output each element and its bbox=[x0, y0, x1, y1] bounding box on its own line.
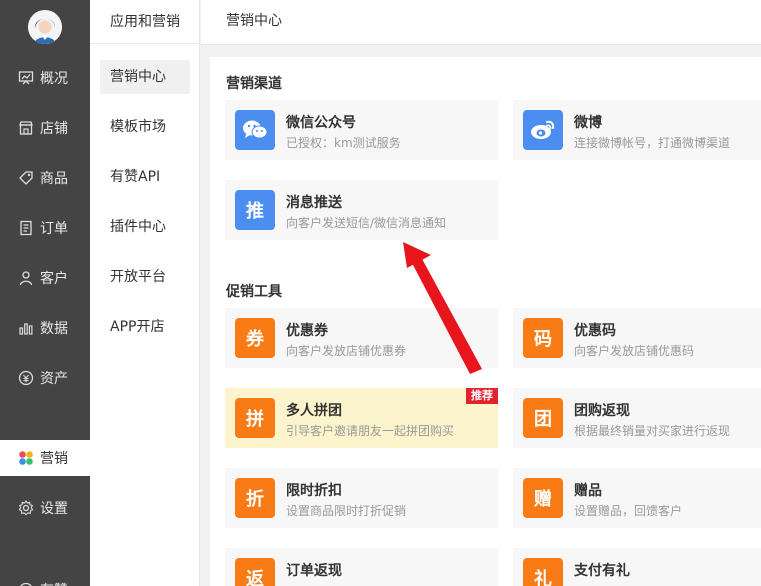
nav-item-label: 店铺 bbox=[40, 121, 68, 137]
tile-desc: 向客户发放店铺优惠码 bbox=[574, 344, 695, 358]
sub-nav: 应用和营销 营销中心 模板市场 有赞API 插件中心 开放平台 APP开店 bbox=[90, 0, 200, 586]
tile-title: 微博 bbox=[574, 115, 602, 131]
subnav-item-youzan-api[interactable]: 有赞API bbox=[100, 160, 190, 194]
nav-item-customers[interactable]: 客户 bbox=[0, 260, 90, 296]
coupon-code-icon: 码 bbox=[523, 318, 563, 358]
nav-item-goods[interactable]: 商品 bbox=[0, 160, 90, 196]
section-title-promo: 促销工具 bbox=[226, 284, 282, 300]
nav-item-youzan[interactable]: 有赞 bbox=[0, 572, 90, 586]
tile-desc: 向客户发送短信/微信消息通知 bbox=[286, 216, 447, 230]
wechat-icon bbox=[235, 110, 275, 150]
tile-title: 多人拼团 bbox=[286, 403, 342, 419]
tile-title: 微信公众号 bbox=[286, 115, 356, 131]
tile-gift[interactable]: 赠 赠品 设置赠品，回馈客户 bbox=[513, 468, 761, 528]
nav-item-label: 订单 bbox=[40, 221, 68, 237]
main-content: 营销渠道 微信公众号 已授权：km测试服务 微博 连接微博帐号，打通微博渠道 推… bbox=[210, 57, 761, 586]
tile-desc: 连接微博帐号，打通微博渠道 bbox=[574, 136, 731, 150]
group-cashback-icon: 团 bbox=[523, 398, 563, 438]
tile-title: 订单返现 bbox=[286, 563, 342, 579]
page-title: 营销中心 bbox=[201, 0, 761, 45]
tile-title: 赠品 bbox=[574, 483, 602, 499]
gift-icon: 赠 bbox=[523, 478, 563, 518]
nav-item-label: 数据 bbox=[40, 321, 68, 337]
weibo-icon bbox=[523, 110, 563, 150]
tile-title: 限时折扣 bbox=[286, 483, 342, 499]
nav-item-label: 客户 bbox=[40, 271, 68, 287]
nav-item-settings[interactable]: 设置 bbox=[0, 490, 90, 526]
tile-desc: 设置商品限时打折促销 bbox=[286, 504, 407, 518]
nav-item-label: 资产 bbox=[40, 371, 68, 387]
customer-icon bbox=[18, 270, 34, 286]
main-nav: 概况 店铺 商品 订单 客户 数据 资产 营销 设置 bbox=[0, 0, 90, 586]
pay-gift-icon: 礼 bbox=[523, 558, 563, 586]
group-buy-icon: 拼 bbox=[235, 398, 275, 438]
tile-title: 支付有礼 bbox=[574, 563, 630, 579]
nav-item-label: 营销 bbox=[40, 451, 68, 467]
subnav-item-template-market[interactable]: 模板市场 bbox=[100, 110, 190, 144]
tile-weibo[interactable]: 微博 连接微博帐号，打通微博渠道 bbox=[513, 100, 761, 160]
recommend-badge: 推荐 bbox=[466, 388, 498, 404]
tile-title: 优惠码 bbox=[574, 323, 616, 339]
coupon-icon: 券 bbox=[235, 318, 275, 358]
asset-icon bbox=[18, 370, 34, 386]
tile-pay-gift[interactable]: 礼 支付有礼 bbox=[513, 548, 761, 586]
subnav-item-plugin-center[interactable]: 插件中心 bbox=[100, 210, 190, 244]
youzan-icon bbox=[18, 582, 34, 586]
nav-item-label: 设置 bbox=[40, 501, 68, 517]
data-icon bbox=[18, 320, 34, 336]
nav-item-marketing[interactable]: 营销 bbox=[0, 440, 90, 476]
nav-item-orders[interactable]: 订单 bbox=[0, 210, 90, 246]
tile-desc: 已授权：km测试服务 bbox=[286, 136, 401, 150]
discount-icon: 折 bbox=[235, 478, 275, 518]
tile-title: 优惠券 bbox=[286, 323, 328, 339]
settings-icon bbox=[18, 500, 34, 516]
subnav-item-marketing-center[interactable]: 营销中心 bbox=[100, 60, 190, 94]
tile-wechat-official[interactable]: 微信公众号 已授权：km测试服务 bbox=[225, 100, 498, 160]
subnav-item-open-platform[interactable]: 开放平台 bbox=[100, 260, 190, 294]
tile-coupon-code[interactable]: 码 优惠码 向客户发放店铺优惠码 bbox=[513, 308, 761, 368]
subnav-title: 应用和营销 bbox=[90, 0, 200, 44]
subnav-item-app-store[interactable]: APP开店 bbox=[100, 310, 190, 344]
tile-desc: 引导客户邀请朋友一起拼团购买 bbox=[286, 424, 455, 438]
tile-desc: 设置赠品，回馈客户 bbox=[574, 504, 683, 518]
order-cashback-icon: 返 bbox=[235, 558, 275, 586]
tile-desc: 向客户发放店铺优惠券 bbox=[286, 344, 407, 358]
nav-item-overview[interactable]: 概况 bbox=[0, 60, 90, 96]
nav-item-store[interactable]: 店铺 bbox=[0, 110, 90, 146]
nav-item-assets[interactable]: 资产 bbox=[0, 360, 90, 396]
avatar[interactable] bbox=[28, 10, 62, 44]
nav-item-label: 概况 bbox=[40, 71, 68, 87]
order-icon bbox=[18, 220, 34, 236]
tile-order-cashback[interactable]: 返 订单返现 bbox=[225, 548, 498, 586]
tile-message-push[interactable]: 推 消息推送 向客户发送短信/微信消息通知 bbox=[225, 180, 498, 240]
marketing-icon bbox=[18, 450, 34, 466]
tile-coupon[interactable]: 券 优惠券 向客户发放店铺优惠券 bbox=[225, 308, 498, 368]
tile-flash-discount[interactable]: 折 限时折扣 设置商品限时打折促销 bbox=[225, 468, 498, 528]
section-title-channels: 营销渠道 bbox=[226, 76, 282, 92]
tile-title: 团购返现 bbox=[574, 403, 630, 419]
store-icon bbox=[18, 120, 34, 136]
nav-item-data[interactable]: 数据 bbox=[0, 310, 90, 346]
tile-title: 消息推送 bbox=[286, 195, 342, 211]
tile-group-cashback[interactable]: 团 团购返现 根据最终销量对买家进行返现 bbox=[513, 388, 761, 448]
tag-icon bbox=[18, 170, 34, 186]
tile-desc: 根据最终销量对买家进行返现 bbox=[574, 424, 731, 438]
nav-item-label: 商品 bbox=[40, 171, 68, 187]
push-icon: 推 bbox=[235, 190, 275, 230]
overview-icon bbox=[18, 70, 34, 86]
tile-group-buy[interactable]: 拼 多人拼团 引导客户邀请朋友一起拼团购买 推荐 bbox=[225, 388, 498, 448]
nav-item-label: 有赞 bbox=[40, 580, 68, 586]
